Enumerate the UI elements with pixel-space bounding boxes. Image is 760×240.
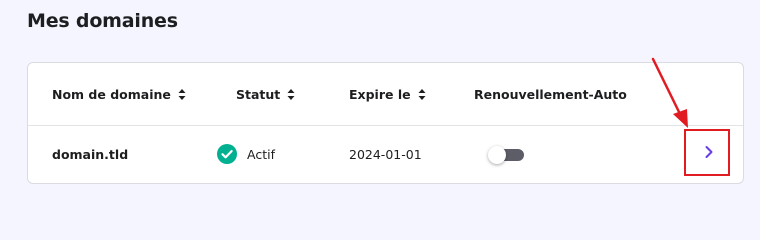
column-header-label: Nom de domaine xyxy=(52,87,171,102)
column-header-auto-renew: Renouvellement-Auto xyxy=(474,87,627,102)
check-circle-icon xyxy=(217,144,237,164)
toggle-knob xyxy=(488,146,506,164)
column-header-label: Renouvellement-Auto xyxy=(474,87,627,102)
page-title: Mes domaines xyxy=(27,10,178,32)
expiry-date: 2024-01-01 xyxy=(349,147,422,162)
sort-icon xyxy=(178,89,186,100)
column-header-label: Statut xyxy=(236,87,281,102)
column-header-status[interactable]: Statut xyxy=(236,87,295,102)
table-row[interactable]: domain.tld Actif 2024-01-01 xyxy=(28,125,743,185)
domains-table-card: Nom de domaine Statut Expire le Renouvel… xyxy=(27,62,744,184)
column-header-domain-name[interactable]: Nom de domaine xyxy=(52,87,186,102)
status-badge: Actif xyxy=(247,146,275,162)
table-header-row: Nom de domaine Statut Expire le Renouvel… xyxy=(28,63,743,126)
annotation-highlight-box xyxy=(684,129,730,176)
sort-icon xyxy=(287,89,295,100)
domain-name[interactable]: domain.tld xyxy=(52,147,128,162)
column-header-expires[interactable]: Expire le xyxy=(349,87,426,102)
auto-renew-toggle[interactable] xyxy=(488,146,526,164)
sort-icon xyxy=(418,89,426,100)
column-header-label: Expire le xyxy=(349,87,411,102)
status-cell: Actif xyxy=(217,144,275,164)
